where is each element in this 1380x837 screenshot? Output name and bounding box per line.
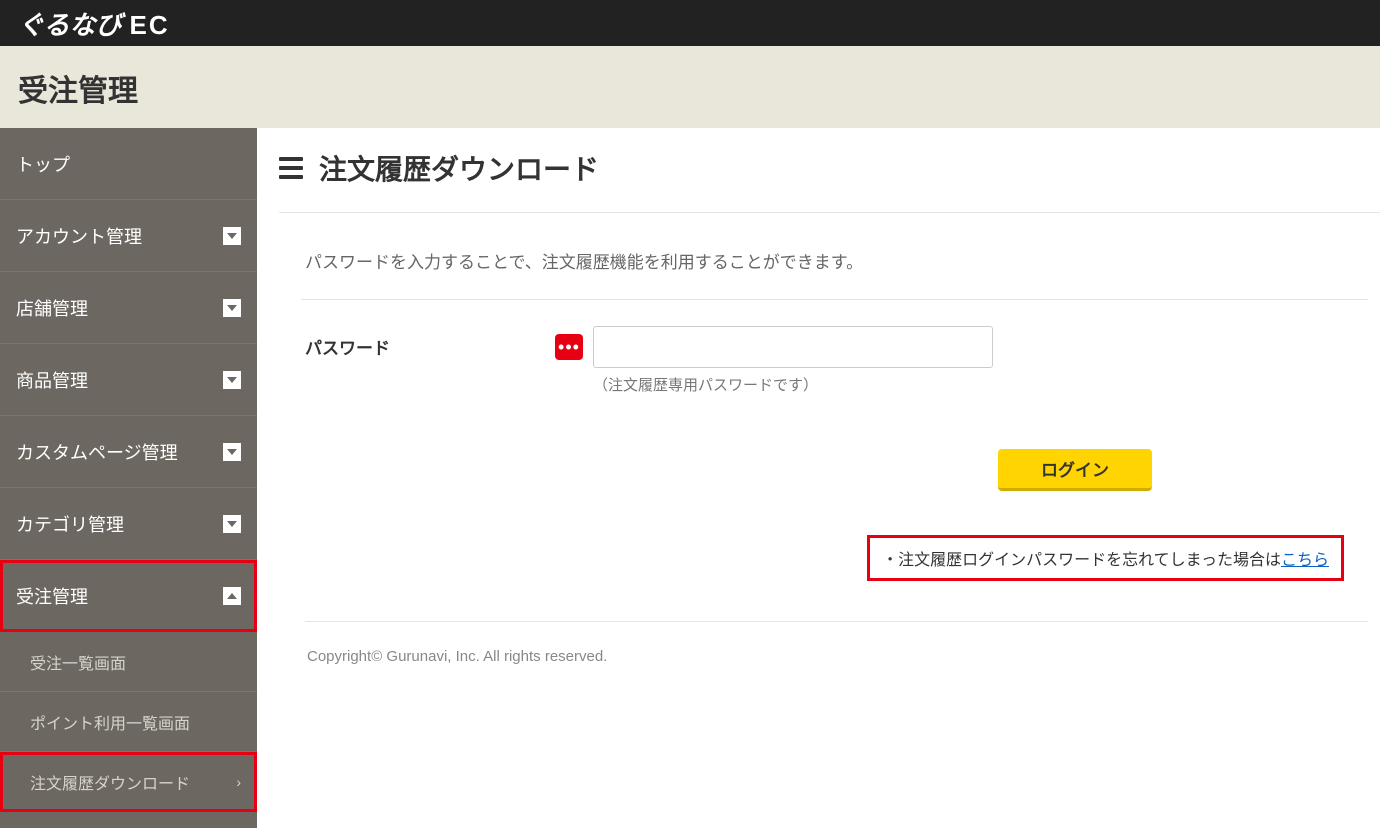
section-title: 受注管理 (18, 66, 1362, 110)
divider (301, 299, 1368, 300)
sidebar-item-category[interactable]: カテゴリ管理 (0, 488, 257, 560)
sidebar-sub-label: 受注一覧画面 (30, 650, 126, 674)
sidebar: トップ アカウント管理 店舗管理 商品管理 カスタムページ管理 カテゴリ管理 受… (0, 128, 257, 828)
sidebar-sub-order-download[interactable]: 注文履歴ダウンロード › (0, 752, 257, 812)
sidebar-item-custompage[interactable]: カスタムページ管理 (0, 416, 257, 488)
sidebar-item-label: アカウント管理 (16, 223, 142, 249)
sidebar-item-label: カテゴリ管理 (16, 511, 124, 537)
sidebar-item-label: カスタムページ管理 (16, 439, 178, 465)
sidebar-item-label: 受注管理 (16, 583, 88, 609)
chevron-down-icon (223, 515, 241, 533)
chevron-down-icon (223, 299, 241, 317)
content-header: 注文履歴ダウンロード (279, 148, 1380, 213)
section-title-bar: 受注管理 (0, 46, 1380, 128)
password-row: パスワード ••• （注文履歴専用パスワードです） (305, 326, 1368, 395)
page-title: 注文履歴ダウンロード (319, 148, 599, 188)
sidebar-item-store[interactable]: 店舗管理 (0, 272, 257, 344)
sidebar-item-label: 商品管理 (16, 367, 88, 393)
login-panel: パスワードを入力することで、注文履歴機能を利用することができます。 パスワード … (279, 243, 1380, 695)
sidebar-item-account[interactable]: アカウント管理 (0, 200, 257, 272)
sidebar-sub-label: 注文履歴ダウンロード (30, 770, 190, 794)
password-hint: （注文履歴専用パスワードです） (593, 374, 1368, 395)
sidebar-item-product[interactable]: 商品管理 (0, 344, 257, 416)
brand-main: ぐるなび (18, 5, 121, 42)
chevron-right-icon: › (236, 774, 241, 790)
forgot-password-notice: ・注文履歴ログインパスワードを忘れてしまった場合はこちら (867, 535, 1344, 581)
sidebar-item-label: 店舗管理 (16, 295, 88, 321)
main-content: 注文履歴ダウンロード パスワードを入力することで、注文履歴機能を利用することがで… (257, 128, 1380, 828)
required-badge-icon: ••• (555, 334, 583, 360)
forgot-link[interactable]: こちら (1281, 552, 1329, 569)
sidebar-sub-order-list[interactable]: 受注一覧画面 (0, 632, 257, 692)
forgot-text: ・注文履歴ログインパスワードを忘れてしまった場合は (882, 552, 1281, 569)
sidebar-item-label: トップ (16, 151, 70, 177)
hamburger-icon[interactable] (279, 157, 303, 179)
sidebar-item-order[interactable]: 受注管理 (0, 560, 257, 632)
chevron-down-icon (223, 371, 241, 389)
divider (305, 621, 1368, 622)
copyright: Copyright© Gurunavi, Inc. All rights res… (305, 642, 1368, 695)
chevron-up-icon (223, 587, 241, 605)
sidebar-item-top[interactable]: トップ (0, 128, 257, 200)
chevron-down-icon (223, 443, 241, 461)
password-input[interactable] (593, 326, 993, 368)
panel-description: パスワードを入力することで、注文履歴機能を利用することができます。 (305, 248, 1368, 273)
brand: ぐるなび EC (18, 5, 170, 42)
topbar: ぐるなび EC (0, 0, 1380, 46)
chevron-down-icon (223, 227, 241, 245)
password-label: パスワード (305, 326, 525, 359)
sidebar-sub-label: ポイント利用一覧画面 (30, 710, 190, 734)
login-button[interactable]: ログイン (998, 449, 1152, 491)
brand-suffix: EC (129, 10, 169, 41)
sidebar-sub-point-list[interactable]: ポイント利用一覧画面 (0, 692, 257, 752)
